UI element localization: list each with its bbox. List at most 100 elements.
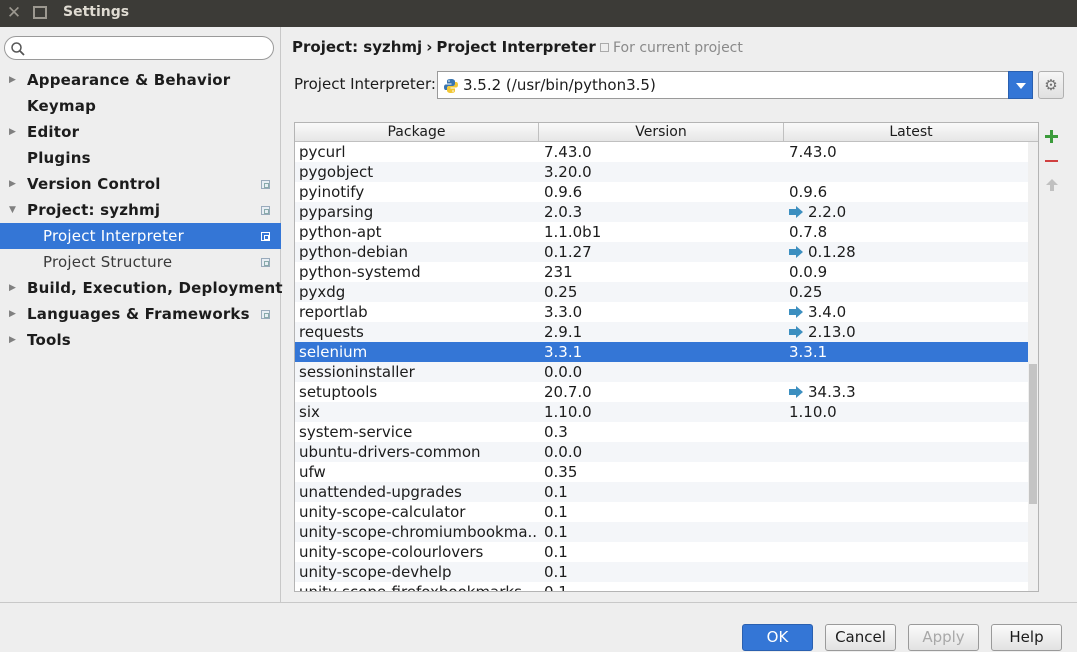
copy-icon	[261, 206, 270, 215]
chevron-right-icon[interactable]: ▶	[9, 327, 16, 353]
package-name: pyinotify	[299, 183, 365, 201]
package-latest: 3.3.1	[789, 342, 1025, 362]
package-name: pyparsing	[299, 203, 374, 221]
sidebar-item[interactable]: ▶ Appearance & Behavior	[0, 67, 281, 93]
table-row[interactable]: requests 2.9.1 2.13.0	[295, 322, 1028, 342]
package-latest-version: 0.25	[789, 283, 823, 301]
package-version: 0.9.6	[544, 183, 583, 201]
table-row[interactable]: setuptools 20.7.0 34.3.3	[295, 382, 1028, 402]
column-header-version[interactable]: Version	[539, 123, 784, 142]
cancel-button[interactable]: Cancel	[825, 624, 896, 651]
table-row[interactable]: ufw 0.35	[295, 462, 1028, 482]
sidebar-item[interactable]: Project Interpreter	[0, 223, 281, 249]
upgrade-arrow-icon	[789, 206, 803, 218]
add-package-icon[interactable]	[1040, 124, 1064, 148]
table-row[interactable]: python-apt 1.1.0b1 0.7.8	[295, 222, 1028, 242]
scope-hint-text: For current project	[613, 40, 743, 56]
table-row[interactable]: unity-scope-firefoxbookmarks 0.1	[295, 582, 1028, 592]
breadcrumb-separator: ›	[426, 38, 433, 56]
chevron-right-icon[interactable]: ▶	[9, 171, 16, 197]
search-input[interactable]	[4, 36, 274, 60]
table-row[interactable]: pyparsing 2.0.3 2.2.0	[295, 202, 1028, 222]
package-version: 0.1	[544, 583, 568, 592]
package-latest: 0.25	[789, 282, 1025, 302]
sidebar-item[interactable]: ▶ Editor	[0, 119, 281, 145]
table-row[interactable]: pygobject 3.20.0	[295, 162, 1028, 182]
sidebar-item[interactable]: Keymap	[0, 93, 281, 119]
table-row[interactable]: reportlab 3.3.0 3.4.0	[295, 302, 1028, 322]
column-header-latest[interactable]: Latest	[784, 123, 1038, 142]
table-row[interactable]: unity-scope-devhelp 0.1	[295, 562, 1028, 582]
interpreter-select[interactable]: 3.5.2 (/usr/bin/python3.5)	[437, 71, 1033, 99]
table-row[interactable]: unity-scope-calculator 0.1	[295, 502, 1028, 522]
table-body: pycurl 7.43.0 7.43.0 pygobject 3.20.0 pyinoti…	[295, 142, 1028, 592]
apply-button[interactable]: Apply	[908, 624, 979, 651]
table-row[interactable]: pycurl 7.43.0 7.43.0	[295, 142, 1028, 162]
chevron-right-icon[interactable]: ▶	[9, 275, 16, 301]
sidebar-item[interactable]: Project Structure	[0, 249, 281, 275]
chevron-right-icon[interactable]: ▶	[9, 119, 16, 145]
package-latest-version: 0.7.8	[789, 223, 828, 241]
packages-table: Package Version Latest pycurl 7.43.0 7.43.…	[294, 122, 1039, 592]
search-icon	[11, 42, 25, 56]
package-latest-version: 0.9.6	[789, 183, 828, 201]
sidebar-item[interactable]: ▶ Languages & Frameworks	[0, 301, 281, 327]
ok-button[interactable]: OK	[742, 624, 813, 651]
package-name: reportlab	[299, 303, 368, 321]
sidebar-item[interactable]: ▼ Project: syzhmj	[0, 197, 281, 223]
package-version: 0.1	[544, 483, 568, 501]
package-version: 231	[544, 263, 573, 281]
vertical-scrollbar[interactable]	[1028, 142, 1038, 591]
package-version: 0.1	[544, 523, 568, 541]
remove-package-icon[interactable]	[1040, 149, 1064, 173]
chevron-down-icon[interactable]	[1008, 71, 1033, 99]
package-latest-version: 3.4.0	[808, 303, 847, 321]
package-name: python-apt	[299, 223, 382, 241]
table-row[interactable]: python-debian 0.1.27 0.1.28	[295, 242, 1028, 262]
package-version: 0.3	[544, 423, 568, 441]
table-row[interactable]: python-systemd 231 0.0.9	[295, 262, 1028, 282]
chevron-right-icon[interactable]: ▶	[9, 67, 16, 93]
table-row[interactable]: six 1.10.0 1.10.0	[295, 402, 1028, 422]
package-latest: 0.9.6	[789, 182, 1025, 202]
help-button[interactable]: Help	[991, 624, 1062, 651]
table-row[interactable]: pyinotify 0.9.6 0.9.6	[295, 182, 1028, 202]
package-latest: 7.43.0	[789, 142, 1025, 162]
close-icon[interactable]: ✕	[5, 3, 23, 23]
maximize-icon[interactable]	[33, 6, 47, 19]
package-latest: 34.3.3	[789, 382, 1025, 402]
table-row[interactable]: unity-scope-colourlovers 0.1	[295, 542, 1028, 562]
package-name: system-service	[299, 423, 413, 441]
package-name: requests	[299, 323, 364, 341]
main-panel: Project: syzhmj › Project Interpreter For …	[282, 27, 1077, 602]
chevron-right-icon[interactable]: ▶	[9, 301, 16, 327]
package-name: ufw	[299, 463, 326, 481]
dialog-footer: OK Cancel Apply Help	[0, 602, 1077, 652]
sidebar-item[interactable]: Plugins	[0, 145, 281, 171]
table-row[interactable]: unity-scope-chromiumbookma... 0.1	[295, 522, 1028, 542]
package-version: 3.20.0	[544, 163, 592, 181]
gear-icon[interactable]: ⚙	[1038, 71, 1064, 99]
package-latest-version: 0.0.9	[789, 263, 828, 281]
sidebar-item[interactable]: ▶ Build, Execution, Deployment	[0, 275, 283, 301]
table-row[interactable]: ubuntu-drivers-common 0.0.0	[295, 442, 1028, 462]
package-name: ubuntu-drivers-common	[299, 443, 481, 461]
package-version: 2.0.3	[544, 203, 583, 221]
package-version: 0.1	[544, 543, 568, 561]
sidebar-item[interactable]: ▶ Tools	[0, 327, 281, 353]
upgrade-arrow-icon	[789, 246, 803, 258]
scrollbar-thumb[interactable]	[1029, 364, 1037, 504]
upgrade-package-icon[interactable]	[1040, 174, 1064, 198]
breadcrumb: Project: syzhmj › Project Interpreter	[292, 38, 596, 56]
table-row[interactable]: selenium 3.3.1 3.3.1	[295, 342, 1028, 362]
sidebar-item-label: Project Structure	[43, 253, 173, 271]
chevron-down-icon[interactable]: ▼	[9, 197, 16, 223]
table-row[interactable]: unattended-upgrades 0.1	[295, 482, 1028, 502]
package-version: 0.35	[544, 463, 578, 481]
column-header-package[interactable]: Package	[295, 123, 539, 142]
sidebar-item[interactable]: ▶ Version Control	[0, 171, 281, 197]
table-row[interactable]: pyxdg 0.25 0.25	[295, 282, 1028, 302]
table-row[interactable]: system-service 0.3	[295, 422, 1028, 442]
package-version: 0.1.27	[544, 243, 592, 261]
table-row[interactable]: sessioninstaller 0.0.0	[295, 362, 1028, 382]
